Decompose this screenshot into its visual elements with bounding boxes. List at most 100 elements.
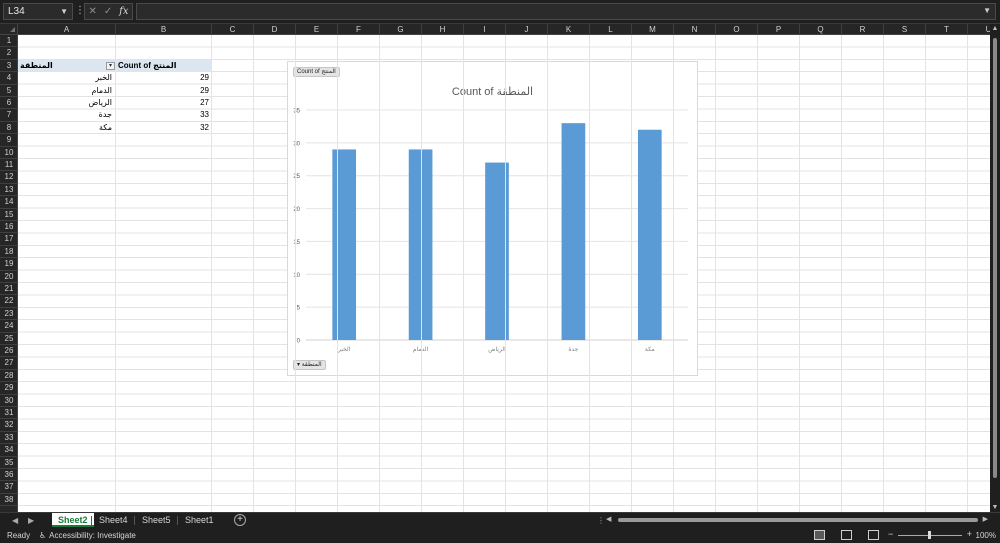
row-header[interactable]: 11	[0, 159, 18, 172]
pivot-row-value[interactable]: 32	[116, 122, 212, 134]
row-header[interactable]: 30	[0, 395, 18, 407]
expand-formula-icon[interactable]: ▼	[983, 6, 991, 15]
column-header[interactable]: D	[254, 24, 296, 35]
row-header[interactable]: 16	[0, 221, 18, 234]
insert-function-button[interactable]: fx	[119, 6, 128, 17]
sheet-tab[interactable]: Sheet2	[52, 513, 94, 527]
column-header[interactable]: Q	[800, 24, 842, 35]
horizontal-scroll-thumb[interactable]	[618, 518, 978, 522]
page-layout-view-button[interactable]	[841, 530, 852, 540]
zoom-level[interactable]: 100%	[976, 531, 996, 540]
scroll-up-icon[interactable]: ▲	[991, 25, 999, 32]
pivot-row-value[interactable]: 33	[116, 109, 212, 121]
row-header[interactable]: 3	[0, 60, 18, 73]
filter-dropdown-icon[interactable]: ▾	[106, 62, 115, 70]
vertical-scrollbar[interactable]: ▲ ▼	[990, 24, 1000, 512]
column-header[interactable]: N	[674, 24, 716, 35]
name-box[interactable]: L34 ▼	[3, 3, 73, 20]
axis-field-button[interactable]: ▾ المنطقة	[293, 360, 326, 370]
row-header[interactable]: 17	[0, 233, 18, 246]
chevron-down-icon[interactable]: ▼	[60, 7, 68, 16]
zoom-in-button[interactable]: +	[967, 529, 972, 539]
row-header[interactable]: 9	[0, 134, 18, 147]
add-sheet-button[interactable]: +	[234, 514, 246, 526]
column-header[interactable]: G	[380, 24, 422, 35]
row-header[interactable]: 24	[0, 320, 18, 333]
column-header[interactable]: A	[18, 24, 116, 35]
pivot-row-label[interactable]: الخبر	[18, 72, 115, 84]
accessibility-status[interactable]: ♿ Accessibility: Investigate	[39, 531, 136, 540]
chart-bar[interactable]	[332, 149, 357, 340]
sheet-tab[interactable]: Sheet4	[93, 513, 134, 527]
row-header[interactable]: 21	[0, 283, 18, 296]
column-header[interactable]: M	[632, 24, 674, 35]
scroll-right-icon[interactable]: ▶	[983, 515, 988, 523]
horizontal-scrollbar[interactable]: ◀ ▶	[606, 516, 988, 524]
row-header[interactable]: 38	[0, 494, 18, 507]
row-header[interactable]: 15	[0, 209, 18, 221]
column-header[interactable]: J	[506, 24, 548, 35]
row-header[interactable]: 25	[0, 333, 18, 345]
pivot-row-label[interactable]: الرياض	[18, 97, 115, 109]
row-header[interactable]: 37	[0, 481, 18, 494]
row-header[interactable]: 23	[0, 308, 18, 321]
vertical-scroll-thumb[interactable]	[993, 38, 997, 478]
row-header[interactable]: 35	[0, 457, 18, 469]
row-header[interactable]: 29	[0, 382, 18, 395]
page-break-view-button[interactable]	[868, 530, 879, 540]
zoom-knob[interactable]	[928, 531, 931, 539]
row-header[interactable]: 27	[0, 357, 18, 370]
row-header[interactable]: 33	[0, 432, 18, 445]
row-header[interactable]: 34	[0, 444, 18, 457]
scroll-down-icon[interactable]: ▼	[991, 504, 999, 511]
row-header[interactable]: 8	[0, 122, 18, 135]
column-header[interactable]: E	[296, 24, 338, 35]
pivot-header-region[interactable]: المنطقة	[18, 59, 115, 73]
row-header[interactable]: 28	[0, 370, 18, 383]
row-header[interactable]: 14	[0, 196, 18, 209]
pivot-row-label[interactable]: مكة	[18, 122, 115, 134]
worksheet[interactable]: ABCDEFGHIJKLMNOPQRSTUV 12345678910111213…	[0, 24, 1000, 512]
select-all-button[interactable]	[0, 24, 18, 35]
column-header[interactable]: F	[338, 24, 380, 35]
row-header[interactable]: 36	[0, 469, 18, 482]
enter-icon[interactable]: ✓	[104, 6, 112, 17]
pivot-row-label[interactable]: الدمام	[18, 85, 115, 97]
pivot-chart[interactable]: Count of المنتج Count of المنطقة 0 5 10 15 2…	[287, 61, 698, 376]
scroll-left-icon[interactable]: ◀	[606, 515, 611, 523]
chart-bar[interactable]	[561, 123, 586, 340]
column-header[interactable]: T	[926, 24, 968, 35]
pivot-row-value[interactable]: 29	[116, 72, 212, 84]
row-header[interactable]: 6	[0, 97, 18, 110]
chart-bar[interactable]	[637, 129, 662, 340]
row-header[interactable]: 26	[0, 345, 18, 358]
row-header[interactable]: 32	[0, 419, 18, 432]
pivot-row-value[interactable]: 27	[116, 97, 212, 109]
zoom-out-button[interactable]: −	[888, 529, 893, 539]
sheet-tab[interactable]: Sheet1	[179, 513, 220, 527]
column-header[interactable]: S	[884, 24, 926, 35]
next-sheet-icon[interactable]: ▶	[28, 516, 34, 525]
formula-input[interactable]: ▼	[136, 3, 996, 20]
row-header[interactable]: 31	[0, 407, 18, 420]
column-header[interactable]: O	[716, 24, 758, 35]
pivot-header-value[interactable]: Count of المنتج	[116, 59, 212, 73]
column-header[interactable]: P	[758, 24, 800, 35]
more-options-icon[interactable]: ⋮	[597, 516, 605, 525]
row-header[interactable]: 19	[0, 258, 18, 271]
pivot-row-label[interactable]: جدة	[18, 109, 115, 121]
row-header[interactable]: 1	[0, 35, 18, 48]
column-header[interactable]: C	[212, 24, 254, 35]
row-header[interactable]: 20	[0, 271, 18, 283]
column-header[interactable]: H	[422, 24, 464, 35]
normal-view-button[interactable]	[814, 530, 825, 540]
column-header[interactable]: I	[464, 24, 506, 35]
column-header[interactable]: L	[590, 24, 632, 35]
column-header[interactable]: K	[548, 24, 590, 35]
row-header[interactable]: 2	[0, 47, 18, 60]
row-header[interactable]: 10	[0, 147, 18, 159]
prev-sheet-icon[interactable]: ◀	[12, 516, 18, 525]
column-header[interactable]: B	[116, 24, 212, 35]
row-header[interactable]: 13	[0, 184, 18, 197]
row-header[interactable]: 4	[0, 72, 18, 85]
